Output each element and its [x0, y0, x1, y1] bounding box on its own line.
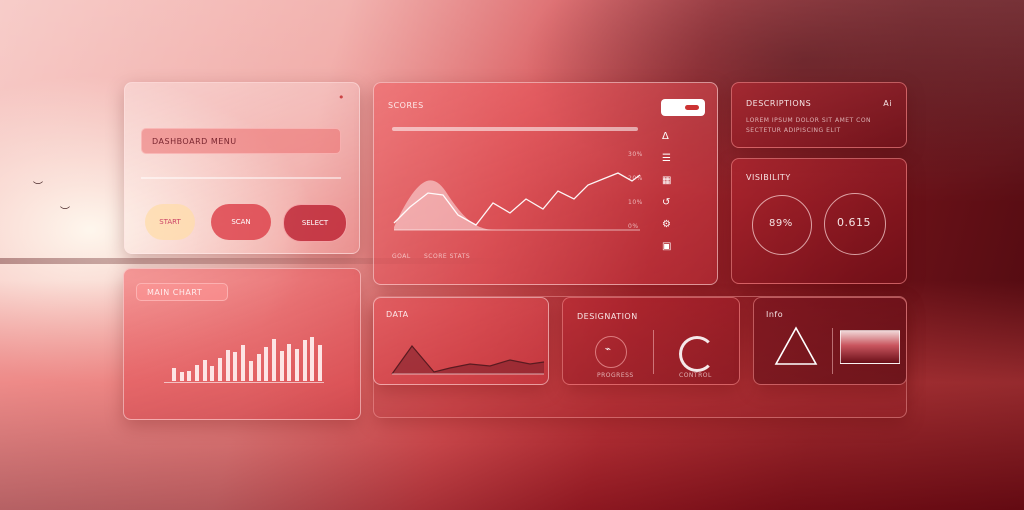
scan-button[interactable]: SCAN — [211, 204, 271, 240]
start-button-label: START — [159, 218, 181, 226]
bar-chart-axis — [164, 382, 324, 383]
mini-area-chart — [391, 345, 545, 375]
start-button[interactable]: START — [145, 204, 195, 240]
bar — [218, 357, 223, 381]
thumbnail-image[interactable] — [840, 330, 900, 364]
scan-button-label: SCAN — [231, 218, 251, 226]
bar — [210, 366, 215, 381]
side-menu-item[interactable]: ↺ — [662, 197, 706, 219]
main-chart-title: SCORES — [388, 101, 424, 110]
footer-right-label: SCORE STATS — [424, 253, 471, 260]
side-menu-item[interactable]: ⚙ — [662, 219, 706, 241]
refresh-ring[interactable] — [679, 336, 715, 372]
bar — [294, 348, 299, 381]
panel-photo: Info — [753, 297, 907, 385]
gear-icon: ⚙ — [662, 219, 671, 230]
line-chart — [393, 172, 641, 231]
gauge-ring: 89% — [752, 195, 812, 255]
bar — [256, 353, 261, 381]
bird-icon: ︶ — [60, 207, 70, 218]
panel-descriptions: DESCRIPTIONS Ai LOREM IPSUM DOLOR SIT AM… — [731, 82, 907, 148]
bar-chart — [172, 329, 322, 381]
descriptions-line: LOREM IPSUM DOLOR SIT AMET CON — [746, 117, 872, 124]
panel-main-chart: SCORES 30% 20% 10% 0% Δ ☰ ▦ ↺ ⚙ ▣ GOAL S… — [373, 82, 718, 285]
side-menu-item[interactable]: Δ — [662, 131, 706, 153]
bar — [310, 336, 315, 381]
panel-mini-chart: DATA — [373, 297, 549, 385]
divider — [653, 330, 654, 374]
progress-right-label: CONTROL — [679, 372, 712, 379]
power-icon: ⌁ — [605, 344, 612, 355]
chart-title-field: MAIN CHART — [136, 283, 228, 301]
field-label: DASHBOARD MENU — [152, 137, 237, 146]
chart-title: MAIN CHART — [147, 288, 203, 297]
bird-icon: ︶ — [33, 182, 43, 193]
bar — [202, 360, 207, 381]
y-tick-labels: 30% 20% 10% 0% — [628, 151, 643, 247]
bar — [279, 350, 284, 381]
bar — [302, 340, 307, 381]
y-tick-label: 0% — [628, 223, 639, 230]
gauges-title: VISIBILITY — [746, 173, 791, 182]
select-button-label: SELECT — [301, 219, 329, 227]
y-tick-label: 10% — [628, 199, 643, 206]
side-menu: Δ ☰ ▦ ↺ ⚙ ▣ — [662, 131, 706, 263]
panel-progress: DESIGNATION ⌁ PROGRESS CONTROL — [562, 297, 740, 385]
triangle-icon — [774, 326, 818, 365]
descriptions-title: DESCRIPTIONS — [746, 99, 812, 108]
divider — [141, 177, 341, 179]
search-field[interactable]: DASHBOARD MENU — [141, 128, 341, 154]
panel-form: • DASHBOARD MENU START SCAN SELECT — [124, 82, 360, 254]
area-series — [394, 180, 498, 230]
bar — [318, 344, 322, 381]
mini-chart-title: DATA — [386, 310, 409, 319]
bar — [248, 361, 253, 381]
square-icon: ▣ — [662, 241, 672, 252]
gauge-ring: 0.615 — [824, 193, 886, 255]
bar — [179, 371, 184, 381]
bar — [287, 343, 292, 381]
y-tick-label: 30% — [628, 151, 643, 158]
progress-left-label: PROGRESS — [597, 372, 634, 379]
toggle-switch[interactable] — [661, 99, 705, 116]
y-tick-label: 20% — [628, 175, 643, 182]
toggle-knob — [685, 105, 699, 110]
bar — [187, 370, 192, 381]
refresh-icon: ↺ — [662, 197, 671, 208]
menu-dot-icon[interactable]: • — [338, 91, 345, 104]
bar — [241, 344, 246, 381]
bar — [225, 349, 230, 381]
grid-icon: ▦ — [662, 175, 672, 186]
bar — [264, 346, 269, 381]
divider — [832, 328, 833, 374]
select-button[interactable]: SELECT — [283, 204, 347, 242]
descriptions-corner: Ai — [883, 99, 892, 108]
menu-icon: ☰ — [662, 153, 671, 164]
panel-bar-chart: MAIN CHART — [123, 268, 361, 420]
side-menu-item[interactable]: ☰ — [662, 153, 706, 175]
footer-left-label: GOAL — [392, 253, 411, 260]
descriptions-line: SECTETUR ADIPISCING ELIT — [746, 127, 841, 134]
slider-track[interactable] — [392, 127, 638, 131]
progress-ring: ⌁ — [595, 336, 627, 368]
panel-gauges: VISIBILITY 89% 0.615 — [731, 158, 907, 284]
bar — [195, 365, 200, 381]
side-menu-item[interactable]: ▦ — [662, 175, 706, 197]
progress-title: DESIGNATION — [577, 312, 638, 321]
delta-icon: Δ — [662, 131, 669, 142]
gauge-value: 0.615 — [837, 216, 871, 229]
bar — [172, 368, 176, 381]
side-menu-item[interactable]: ▣ — [662, 241, 706, 263]
gauge-value: 89% — [769, 218, 793, 229]
bar — [233, 352, 238, 381]
photo-panel-title: Info — [766, 310, 784, 319]
bar — [271, 339, 276, 381]
